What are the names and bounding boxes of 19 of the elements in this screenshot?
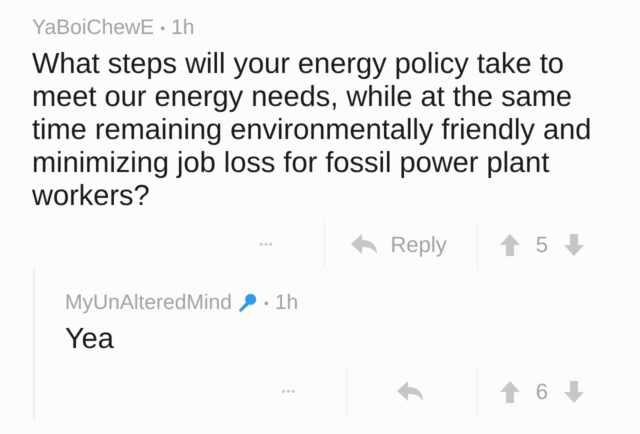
comment-author[interactable]: MyUnAlteredMind <box>65 291 232 315</box>
comment-time: 1h <box>274 291 298 315</box>
downvote-icon[interactable] <box>564 234 584 256</box>
vote-score: 6 <box>536 379 548 405</box>
separator-dot: • <box>264 295 269 311</box>
comment-text: Yea <box>65 323 115 356</box>
more-button[interactable]: ••• <box>258 380 320 404</box>
reply-arrow-icon <box>396 381 423 403</box>
comment-time: 1h <box>171 16 194 40</box>
upvote-icon[interactable] <box>500 381 520 403</box>
reply-arrow-icon <box>350 234 376 256</box>
downvote-icon[interactable] <box>564 381 584 403</box>
vote-score: 5 <box>536 232 548 258</box>
upvote-icon[interactable] <box>500 234 520 256</box>
comment-text: What steps will your energy policy take to meet our energy needs, while at the same time remaining environmentally friendly and minimizing job loss for fossil power plant workers? <box>32 48 592 213</box>
more-button[interactable]: ••• <box>236 233 298 257</box>
comment-author[interactable]: YaBoiChewE <box>32 16 154 40</box>
reply-button[interactable]: Reply <box>346 228 451 262</box>
separator-dot: • <box>160 20 166 36</box>
